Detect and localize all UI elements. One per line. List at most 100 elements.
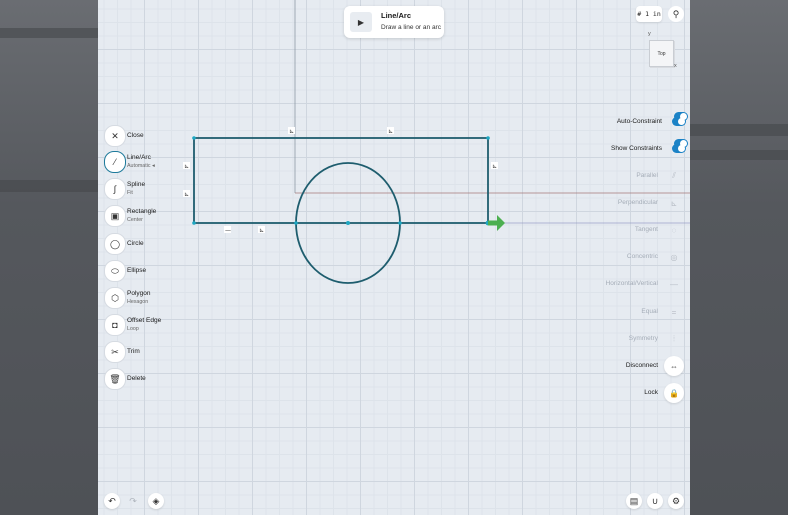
rectangle-sketch xyxy=(193,137,489,224)
settings-gear-icon[interactable]: ⚙ xyxy=(668,493,684,509)
horizontal-vertical-icon: — xyxy=(670,279,678,289)
disconnect-icon[interactable]: ⇔ xyxy=(664,356,684,376)
horizontal-glyph: — xyxy=(225,227,231,234)
tool-label: Polygon xyxy=(127,290,151,297)
constraint-symmetry: Symmetry ⦙ xyxy=(544,329,684,349)
constraint-show-constraints[interactable]: Show Constraints xyxy=(611,139,688,153)
redo-icon[interactable]: ↷ xyxy=(125,493,141,509)
constraint-label: Perpendicular xyxy=(617,199,658,206)
sketch-app: ⊾ ⊾ ⊾ ⊾ ⊾ — ⊾ ▶ Line/Arc Draw a line or … xyxy=(98,0,690,515)
background-band xyxy=(690,150,788,160)
tangent-icon: ◌ xyxy=(671,225,677,235)
tooltip-description: Draw a line or an arc xyxy=(381,24,441,31)
tool-ellipse[interactable]: ⬭ Ellipse xyxy=(104,260,204,282)
rectangle-icon: ▣ xyxy=(104,205,126,227)
perpendicular-glyph: ⊾ xyxy=(388,128,393,135)
tooltip-title: Line/Arc xyxy=(381,11,412,20)
tool-polygon[interactable]: ⬡ Polygon Hexagon xyxy=(104,287,204,309)
tool-close[interactable]: ✕ Close xyxy=(104,125,204,147)
close-icon: ✕ xyxy=(104,125,126,147)
tool-sublabel: Automatic ◂ xyxy=(127,163,155,169)
constraint-label: Equal xyxy=(641,308,658,315)
tool-sublabel: Loop xyxy=(127,326,139,332)
background-left xyxy=(0,0,98,515)
tool-trim[interactable]: ✂ Trim xyxy=(104,341,204,363)
tool-spline[interactable]: ∫ Spline Fit xyxy=(104,178,204,200)
tool-label: Close xyxy=(127,132,144,139)
tool-sublabel: Fit xyxy=(127,190,133,196)
sketch-point xyxy=(486,136,490,140)
tool-delete[interactable]: 🗑 Delete xyxy=(104,368,204,390)
view-cube-x-label: x xyxy=(674,63,677,69)
constraint-horizontal-vertical: Horizontal/Vertical — xyxy=(544,274,684,294)
tool-offset-edge[interactable]: ◘ Offset Edge Loop xyxy=(104,314,204,336)
constraint-label: Auto-Constraint xyxy=(616,118,662,125)
tool-label: Circle xyxy=(127,240,144,247)
constraint-disconnect[interactable]: Disconnect ⇔ xyxy=(544,356,684,376)
background-band xyxy=(0,180,98,192)
tool-label: Ellipse xyxy=(127,267,147,274)
constraint-concentric: Concentric ◎ xyxy=(544,247,684,267)
spline-icon: ∫ xyxy=(104,178,126,200)
play-icon: ▶ xyxy=(350,12,372,32)
tool-label: Trim xyxy=(127,348,140,355)
tool-label: Line/Arc xyxy=(127,154,151,161)
parallel-icon: ⫽ xyxy=(672,171,676,180)
toggle-switch[interactable] xyxy=(672,144,686,153)
tool-tooltip: ▶ Line/Arc Draw a line or an arc xyxy=(344,6,444,38)
tool-circle[interactable]: ◯ Circle xyxy=(104,233,204,255)
perpendicular-glyph: ⊾ xyxy=(492,163,497,170)
symmetry-icon: ⦙ xyxy=(673,334,675,343)
tool-sublabel: Hexagon xyxy=(127,299,149,305)
tool-label: Offset Edge xyxy=(127,317,162,324)
tool-line-arc[interactable]: ⁄ Line/Arc Automatic ◂ xyxy=(104,151,204,173)
background-band xyxy=(0,28,98,38)
toggle-switch[interactable] xyxy=(672,117,686,126)
view-cube-y-label: y xyxy=(648,31,651,37)
circle-icon: ◯ xyxy=(104,233,126,255)
tool-label: Spline xyxy=(127,181,146,188)
lock-icon[interactable]: 🔒 xyxy=(664,383,684,403)
polygon-icon: ⬡ xyxy=(104,287,126,309)
view-cube[interactable]: Top xyxy=(649,40,674,67)
constraint-parallel: Parallel ⫽ xyxy=(544,166,684,186)
constraint-label: Parallel xyxy=(636,172,658,179)
constraint-equal: Equal = xyxy=(544,302,684,322)
concentric-icon: ◎ xyxy=(670,252,678,262)
constraint-label: Lock xyxy=(644,389,658,396)
constraint-label: Horizontal/Vertical xyxy=(605,280,658,287)
background-band xyxy=(690,124,788,136)
perpendicular-icon: ⊾ xyxy=(670,198,678,208)
constraint-perpendicular: Perpendicular ⊾ xyxy=(544,193,684,213)
sketch-point xyxy=(294,221,298,225)
tool-sublabel: Center xyxy=(127,217,143,223)
tool-label: Rectangle xyxy=(127,208,157,215)
constraint-lock[interactable]: Lock 🔒 xyxy=(544,383,684,403)
offset-edge-icon: ◘ xyxy=(104,314,126,336)
view-options-icon[interactable]: ⚲ xyxy=(668,6,684,22)
tool-rectangle[interactable]: ▣ Rectangle Center xyxy=(104,205,204,227)
tool-label: Delete xyxy=(127,375,146,382)
equal-icon: = xyxy=(671,307,677,317)
perpendicular-glyph: ⊾ xyxy=(289,128,294,135)
perpendicular-glyph: ⊾ xyxy=(259,227,264,234)
layers-icon[interactable]: ◈ xyxy=(148,493,164,509)
undo-icon[interactable]: ↶ xyxy=(104,493,120,509)
background-right xyxy=(690,0,788,515)
constraint-label: Tangent xyxy=(634,226,658,233)
magnet-icon[interactable]: ∪ xyxy=(647,493,663,509)
ellipse-center-point xyxy=(346,221,350,225)
constraint-label: Symmetry xyxy=(628,335,658,342)
constraint-label: Show Constraints xyxy=(611,145,662,152)
direction-arrow-icon xyxy=(488,215,505,231)
ellipse-icon: ⬭ xyxy=(104,260,126,282)
trim-icon: ✂ xyxy=(104,341,126,363)
sketch-point xyxy=(398,221,402,225)
grid-size-badge[interactable]: # 1 in xyxy=(636,6,662,22)
constraint-tangent: Tangent ◌ xyxy=(544,220,684,240)
constraint-label: Disconnect xyxy=(625,362,658,369)
database-icon[interactable]: ▤ xyxy=(626,493,642,509)
constraint-auto-constraint[interactable]: Auto-Constraint xyxy=(617,112,688,126)
delete-icon: 🗑 xyxy=(104,368,126,390)
constraint-label: Concentric xyxy=(626,253,658,260)
